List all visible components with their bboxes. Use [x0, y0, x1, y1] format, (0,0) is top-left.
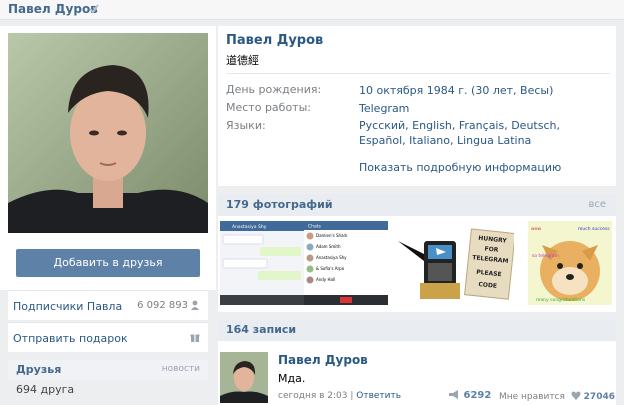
profile-status: 道德經 — [226, 54, 259, 67]
reply-link[interactable]: Ответить — [356, 391, 401, 401]
photo-thumbnail[interactable]: Chats Damien's Shark Adam Smith Anastasi… — [304, 221, 388, 305]
photos-title: 179 фотографий — [226, 198, 333, 211]
chat-title: Anastasiya Shy — [232, 224, 267, 230]
languages-value[interactable]: Русский, English, Français, Deutsch, Esp… — [359, 118, 609, 148]
post-author-avatar[interactable] — [220, 352, 268, 403]
top-bar: Павел Дуров — [0, 0, 624, 20]
person-icon — [191, 300, 199, 310]
divider — [226, 73, 610, 74]
like-label: Мне нравится — [499, 392, 565, 402]
megaphone-icon — [449, 390, 458, 399]
post-meta: сегодня в 2:03 | Ответить — [278, 391, 401, 401]
gift-icon — [190, 334, 200, 342]
work-label: Место работы: — [226, 101, 311, 114]
photo-thumbnail[interactable]: wow much success so telegram many congra… — [528, 221, 612, 305]
friends-news-link[interactable]: новости — [162, 364, 200, 374]
post-author-name[interactable]: Павел Дуров — [278, 353, 368, 367]
photo-thumbnail[interactable]: HUNGRY FOR TELEGRAM PLEASE CODE — [396, 221, 514, 305]
post-time[interactable]: сегодня в 2:03 — [278, 391, 347, 401]
meme-caption: much success — [578, 226, 610, 232]
share-button[interactable]: 6292 — [448, 390, 491, 401]
subscribers-label: Подписчики Павла — [13, 300, 123, 313]
chat-row: & Sofia's Arpo — [316, 266, 345, 271]
languages-label: Языки: — [226, 119, 266, 132]
like-button[interactable]: Мне нравится 27046 — [499, 391, 615, 402]
chat-row: Damien's Shark — [316, 233, 348, 238]
meme-caption: wow — [531, 227, 541, 232]
profile-info-panel: Павел Дуров 道德經 День рождения: 10 октябр… — [218, 26, 616, 186]
add-friend-button[interactable]: Добавить в друзья — [16, 249, 200, 277]
profile-name: Павел Дуров — [226, 33, 324, 48]
chat-list-title: Chats — [308, 224, 322, 230]
posts-header[interactable]: 164 записи — [218, 319, 616, 341]
sign-line: FOR — [484, 245, 499, 253]
photos-header[interactable]: 179 фотографий все — [218, 194, 616, 216]
photo-thumbnail[interactable]: Anastasiya Shy — [220, 221, 304, 305]
meme-caption: many congratulations — [536, 297, 586, 303]
photos-all-link[interactable]: все — [588, 199, 606, 210]
share-count: 6292 — [463, 390, 492, 401]
chat-row: Anastasiya Shy — [316, 255, 347, 260]
chat-row: Andy Hall — [316, 277, 335, 282]
friends-count: 694 друга — [16, 383, 75, 396]
friends-title: Друзья — [16, 363, 62, 376]
show-more-info-link[interactable]: Показать подробную информацию — [359, 161, 561, 174]
subscribers-count: 6 092 893 — [137, 300, 188, 311]
heart-icon — [571, 391, 581, 400]
page-header-name: Павел Дуров — [8, 2, 98, 16]
post-text: Мда. — [278, 372, 306, 385]
posts-title: 164 записи — [226, 323, 297, 336]
send-gift-label: Отправить подарок — [13, 332, 128, 345]
send-gift-row[interactable]: Отправить подарок — [8, 322, 208, 352]
meme-caption: so telegram — [532, 253, 559, 259]
profile-avatar[interactable] — [8, 33, 208, 233]
photos-strip: Anastasiya Shy Chats Damien's Shark Adam… — [218, 216, 616, 312]
like-count: 27046 — [583, 392, 615, 402]
verified-check-icon — [89, 4, 99, 14]
friends-header[interactable]: Друзья новости — [8, 360, 208, 380]
birthday-value[interactable]: 10 октября 1984 г. (30 лет, Весы) — [359, 83, 609, 98]
birthday-label: День рождения: — [226, 83, 322, 96]
work-value[interactable]: Telegram — [359, 101, 609, 116]
chat-row: Adam Smith — [316, 244, 341, 249]
subscribers-row[interactable]: Подписчики Павла 6 092 893 — [8, 290, 208, 320]
wall-post: Павел Дуров Мда. сегодня в 2:03 | Ответи… — [218, 341, 616, 405]
